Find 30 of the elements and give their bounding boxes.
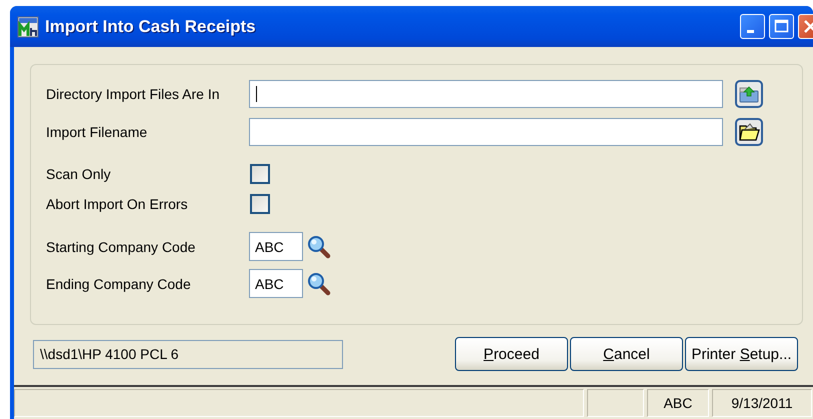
browse-button[interactable] xyxy=(735,118,763,146)
field-label: Abort Import On Errors xyxy=(46,196,189,212)
search-icon[interactable] xyxy=(307,272,331,296)
search-icon[interactable] xyxy=(307,234,331,258)
path-field[interactable] xyxy=(249,80,723,108)
printer-field: \\dsd1\HP 4100 PCL 6 xyxy=(33,340,343,368)
app-icon xyxy=(17,16,39,38)
field-label: Scan Only xyxy=(46,166,112,182)
minimize-button[interactable] xyxy=(740,14,765,39)
status-panel xyxy=(587,389,644,417)
folder-arrow-icon xyxy=(739,85,759,103)
path-field[interactable] xyxy=(249,118,723,146)
minimize-icon xyxy=(747,30,754,33)
checkbox[interactable] xyxy=(250,164,270,184)
company-code: ABC xyxy=(647,389,709,417)
maximize-button[interactable] xyxy=(769,14,794,39)
action-button[interactable]: Cancel xyxy=(570,337,683,371)
field-label: Import Filename xyxy=(46,124,148,140)
action-button[interactable]: Printer Setup... xyxy=(685,337,798,371)
window-title: Import Into Cash Receipts xyxy=(45,16,256,36)
company-code-field[interactable]: ABC xyxy=(249,269,303,298)
field-label: Directory Import Files Are In xyxy=(46,86,220,102)
checkbox[interactable] xyxy=(250,194,270,214)
company-code-field[interactable]: ABC xyxy=(249,232,303,261)
status-date: 9/13/2011 xyxy=(712,389,812,417)
maximize-icon xyxy=(774,19,789,34)
action-button[interactable]: Proceed xyxy=(455,337,568,371)
folder-icon xyxy=(738,122,760,142)
field-label: Ending Company Code xyxy=(46,276,192,292)
field-label: Starting Company Code xyxy=(46,238,196,254)
